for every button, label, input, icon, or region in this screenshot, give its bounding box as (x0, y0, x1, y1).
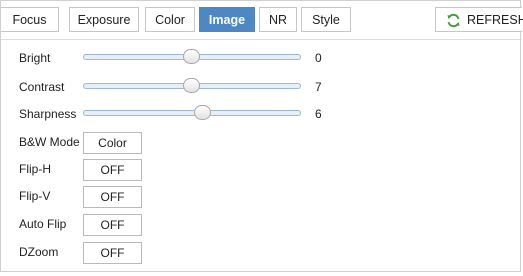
tab-nr[interactable]: NR (259, 7, 297, 32)
flip-v-button[interactable]: OFF (83, 186, 142, 208)
auto-flip-button[interactable]: OFF (83, 214, 142, 236)
contrast-slider[interactable] (83, 78, 301, 94)
bright-slider[interactable] (83, 49, 301, 65)
refresh-button[interactable]: REFRESH (435, 7, 523, 32)
contrast-label: Contrast (19, 80, 65, 94)
contrast-slider-thumb[interactable] (183, 78, 200, 93)
image-settings-panel: Focus Exposure Color Image NR Style REFR… (0, 0, 523, 272)
dzoom-label: DZoom (19, 245, 59, 259)
flip-h-button[interactable]: OFF (83, 159, 142, 181)
tab-style[interactable]: Style (301, 7, 351, 32)
sharpness-label: Sharpness (19, 107, 77, 121)
contrast-value: 7 (315, 80, 322, 94)
bw-mode-button[interactable]: Color (83, 132, 142, 154)
auto-flip-label: Auto Flip (19, 217, 67, 231)
dzoom-button[interactable]: OFF (83, 242, 142, 264)
tab-color[interactable]: Color (145, 7, 195, 32)
bright-slider-thumb[interactable] (183, 49, 200, 64)
sharpness-slider[interactable] (83, 105, 301, 121)
sharpness-slider-thumb[interactable] (193, 105, 211, 120)
refresh-label: REFRESH (467, 13, 523, 27)
bw-mode-label: B&W Mode (19, 135, 80, 149)
bright-label: Bright (19, 51, 51, 65)
tab-bar: Focus Exposure Color Image NR Style REFR… (1, 1, 523, 39)
refresh-icon (447, 13, 460, 28)
tab-image[interactable]: Image (199, 7, 255, 32)
bright-value: 0 (315, 51, 322, 65)
tab-divider (1, 39, 522, 40)
flip-v-label: Flip-V (19, 189, 51, 203)
tab-focus[interactable]: Focus (1, 7, 59, 32)
sharpness-value: 6 (315, 107, 322, 121)
sharpness-slider-track[interactable] (83, 110, 301, 116)
flip-h-label: Flip-H (19, 162, 51, 176)
tab-exposure[interactable]: Exposure (69, 7, 139, 32)
